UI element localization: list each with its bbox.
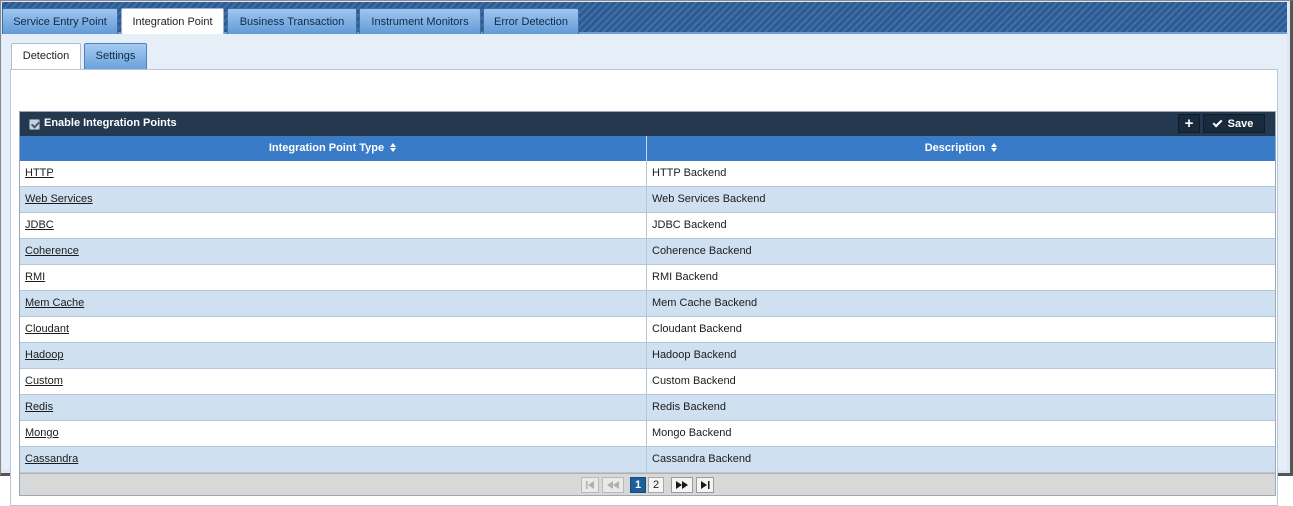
table-row: Coherence Coherence Backend xyxy=(20,239,1275,265)
type-cell: Custom xyxy=(20,369,647,394)
tab-integration-point[interactable]: Integration Point xyxy=(121,8,224,36)
subtab-settings[interactable]: Settings xyxy=(84,43,147,69)
description-cell: HTTP Backend xyxy=(652,167,727,179)
type-cell: JDBC xyxy=(20,213,647,238)
type-link[interactable]: Coherence xyxy=(25,245,79,257)
description-cell: Coherence Backend xyxy=(652,245,752,257)
type-link[interactable]: Cloudant xyxy=(25,323,69,335)
column-header-type[interactable]: Integration Point Type xyxy=(20,136,647,161)
next-page-button[interactable] xyxy=(671,477,693,493)
type-link[interactable]: Mongo xyxy=(25,427,59,439)
integration-points-grid: Enable Integration Points + Save Integra… xyxy=(19,111,1276,496)
description-cell: Custom Backend xyxy=(652,375,736,387)
first-page-button[interactable] xyxy=(581,477,599,493)
pager: 1 2 xyxy=(20,473,1275,495)
tab-business-transaction[interactable]: Business Transaction xyxy=(227,8,357,35)
table-row: Custom Custom Backend xyxy=(20,369,1275,395)
type-link[interactable]: Custom xyxy=(25,375,63,387)
type-cell: Cassandra xyxy=(20,447,647,472)
type-link[interactable]: JDBC xyxy=(25,219,54,231)
type-cell: Hadoop xyxy=(20,343,647,368)
description-cell: Web Services Backend xyxy=(652,193,766,205)
type-link[interactable]: Web Services xyxy=(25,193,93,205)
check-icon xyxy=(1212,117,1223,127)
prev-page-icon xyxy=(607,481,619,489)
table-row: HTTP HTTP Backend xyxy=(20,161,1275,187)
table-row: Cloudant Cloudant Backend xyxy=(20,317,1275,343)
enable-integration-points-label: Enable Integration Points xyxy=(44,117,177,129)
type-link[interactable]: Hadoop xyxy=(25,349,64,361)
table-row: RMI RMI Backend xyxy=(20,265,1275,291)
sort-icon xyxy=(390,143,397,152)
table-row: Hadoop Hadoop Backend xyxy=(20,343,1275,369)
type-link[interactable]: HTTP xyxy=(25,167,54,179)
save-label: Save xyxy=(1227,117,1254,130)
tab-service-entry-point[interactable]: Service Entry Point xyxy=(2,8,118,35)
last-page-button[interactable] xyxy=(696,477,714,493)
app-window: Service Entry Point Integration Point Bu… xyxy=(0,0,1293,506)
detection-panel: Enable Integration Points + Save Integra… xyxy=(10,69,1278,506)
next-page-icon xyxy=(676,481,688,489)
type-link[interactable]: RMI xyxy=(25,271,45,283)
type-cell: Redis xyxy=(20,395,647,420)
description-cell: RMI Backend xyxy=(652,271,719,283)
content-area: Detection Settings Enable Integration Po… xyxy=(2,34,1287,506)
column-header-type-label: Integration Point Type xyxy=(268,142,385,154)
page-2-button[interactable]: 2 xyxy=(648,477,664,493)
type-link[interactable]: Cassandra xyxy=(25,453,78,465)
first-page-icon xyxy=(585,481,594,489)
description-cell: Hadoop Backend xyxy=(652,349,737,361)
description-cell: JDBC Backend xyxy=(652,219,727,231)
last-page-icon xyxy=(700,481,709,489)
type-cell: RMI xyxy=(20,265,647,290)
save-button[interactable]: Save xyxy=(1203,114,1265,133)
page-1-button[interactable]: 1 xyxy=(630,477,646,493)
table-row: Mem Cache Mem Cache Backend xyxy=(20,291,1275,317)
enable-integration-points-checkbox[interactable] xyxy=(29,119,40,130)
column-header-description-label: Description xyxy=(924,142,986,154)
description-cell: Mongo Backend xyxy=(652,427,732,439)
type-cell: Mem Cache xyxy=(20,291,647,316)
grid-header: Integration Point Type Description xyxy=(20,136,1275,161)
table-row: Cassandra Cassandra Backend xyxy=(20,447,1275,473)
tab-error-detection[interactable]: Error Detection xyxy=(483,8,579,35)
table-row: Mongo Mongo Backend xyxy=(20,421,1275,447)
type-cell: HTTP xyxy=(20,161,647,186)
description-cell: Cloudant Backend xyxy=(652,323,742,335)
top-tab-bar: Service Entry Point Integration Point Bu… xyxy=(2,2,1287,36)
grid-body: HTTP HTTP Backend Web Services Web Servi… xyxy=(20,161,1275,473)
type-cell: Coherence xyxy=(20,239,647,264)
table-row: JDBC JDBC Backend xyxy=(20,213,1275,239)
type-link[interactable]: Mem Cache xyxy=(25,297,84,309)
add-button[interactable]: + xyxy=(1178,114,1200,133)
type-cell: Web Services xyxy=(20,187,647,212)
type-link[interactable]: Redis xyxy=(25,401,53,413)
description-cell: Cassandra Backend xyxy=(652,453,752,465)
plus-icon: + xyxy=(1184,114,1194,132)
sort-icon xyxy=(991,143,998,152)
tab-instrument-monitors[interactable]: Instrument Monitors xyxy=(359,8,481,35)
grid-toolbar: Enable Integration Points + Save xyxy=(20,112,1275,136)
subtab-detection[interactable]: Detection xyxy=(11,43,81,69)
column-header-description[interactable]: Description xyxy=(647,136,1276,161)
description-cell: Mem Cache Backend xyxy=(652,297,758,309)
prev-page-button[interactable] xyxy=(602,477,624,493)
table-row: Redis Redis Backend xyxy=(20,395,1275,421)
type-cell: Mongo xyxy=(20,421,647,446)
table-row: Web Services Web Services Backend xyxy=(20,187,1275,213)
description-cell: Redis Backend xyxy=(652,401,726,413)
type-cell: Cloudant xyxy=(20,317,647,342)
